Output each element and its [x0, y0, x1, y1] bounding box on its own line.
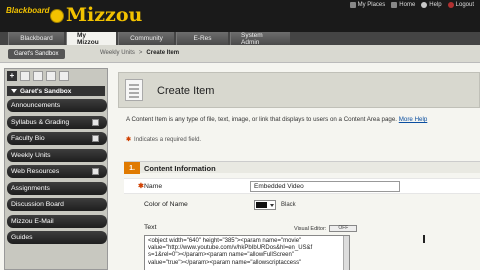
- breadcrumb-weekly-units[interactable]: Weekly Units: [100, 50, 135, 56]
- visual-editor-toggle-group: Visual Editor: OFF: [294, 225, 358, 232]
- sidebar-item-weekly-units[interactable]: Weekly Units: [7, 148, 107, 162]
- logo-prefix: Blackboard: [6, 6, 50, 15]
- university-seal-icon: [50, 9, 64, 23]
- course-menu-panel: + Garet's Sandbox Announcements Syllabus…: [4, 68, 108, 270]
- name-input[interactable]: Embedded Video: [250, 181, 400, 192]
- color-value: Black: [281, 202, 296, 208]
- tab-blackboard[interactable]: Blackboard: [8, 32, 64, 45]
- breadcrumb: Weekly Units > Create Item: [100, 50, 180, 56]
- editor-line: s=1&rel=0"></param><param name="allowFul…: [148, 252, 294, 259]
- text-editor[interactable]: <object width="640" height="385"><param …: [144, 235, 350, 270]
- section-title: Content Information: [144, 164, 216, 173]
- toolbar-button[interactable]: [33, 71, 43, 81]
- color-row: Color of Name Black: [124, 200, 480, 214]
- toolbar-button[interactable]: [20, 71, 30, 81]
- breadcrumb-current: Create Item: [146, 50, 180, 56]
- page-icon: [125, 79, 143, 101]
- sidebar-item-web-resources[interactable]: Web Resources: [7, 165, 107, 178]
- checkbox[interactable]: [92, 168, 99, 175]
- checkbox[interactable]: [92, 118, 99, 126]
- more-help-link[interactable]: More Help: [399, 116, 428, 123]
- collapse-icon: [11, 89, 17, 93]
- toolbar-button[interactable]: [46, 71, 56, 81]
- sidebar-item-announcements[interactable]: Announcements: [7, 99, 107, 112]
- top-banner: Blackboard Mizzou My Places Home Help Lo…: [0, 0, 480, 32]
- course-menu: Announcements Syllabus & Grading Faculty…: [7, 99, 107, 248]
- help-icon: [421, 2, 428, 8]
- places-icon: [349, 2, 356, 8]
- text-row: Text Visual Editor: OFF: [124, 223, 480, 235]
- course-title[interactable]: Garet's Sandbox: [7, 86, 105, 96]
- add-menu-item-button[interactable]: +: [7, 71, 17, 81]
- tab-system-admin[interactable]: System Admin: [230, 32, 290, 46]
- top-links: My Places Home Help Logout: [349, 2, 474, 8]
- main-tabs: Blackboard My Mizzou Community E-Res Sys…: [0, 32, 480, 46]
- checkbox[interactable]: [92, 135, 99, 142]
- sidebar-item-syllabus[interactable]: Syllabus & Grading: [7, 115, 107, 129]
- main-content: Create Item A Content Item is any type o…: [118, 68, 480, 270]
- logout-icon: [447, 2, 454, 8]
- sidebar-item-discussion-board[interactable]: Discussion Board: [7, 198, 107, 211]
- editor-line: value="http://www.youtube.com/v/hkPbIbUR…: [148, 245, 313, 252]
- text-cursor-icon: [423, 235, 425, 243]
- my-places-link[interactable]: My Places: [349, 2, 385, 8]
- toolbar-button[interactable]: [59, 71, 69, 81]
- section-header: 1. Content Information: [124, 161, 480, 174]
- tab-e-res[interactable]: E-Res: [176, 32, 228, 45]
- color-picker[interactable]: [254, 200, 276, 210]
- logo-name: Mizzou: [66, 4, 143, 26]
- name-row: ✱ Name Embedded Video: [124, 178, 480, 194]
- help-link[interactable]: Help: [421, 2, 442, 8]
- home-icon: [391, 2, 398, 8]
- sidebar-item-guides[interactable]: Guides: [7, 231, 107, 244]
- sidebar-item-mizzou-email[interactable]: Mizzou E-Mail: [7, 214, 107, 228]
- required-note: ✱ Indicates a required field.: [126, 136, 202, 144]
- editor-scrollbar[interactable]: [343, 236, 349, 270]
- blackboard-mizzou-logo[interactable]: Blackboard Mizzou: [6, 4, 142, 30]
- text-label: Text: [144, 224, 157, 231]
- page-title: Create Item: [157, 85, 215, 97]
- page-header: Create Item: [118, 72, 480, 108]
- course-pill[interactable]: Garet's Sandbox: [8, 49, 65, 59]
- visual-editor-toggle[interactable]: OFF: [329, 225, 358, 232]
- menu-toolbar: +: [7, 71, 69, 83]
- section-number: 1.: [124, 162, 140, 174]
- color-label: Color of Name: [144, 201, 188, 208]
- page-description: A Content Item is any type of file, text…: [126, 116, 428, 123]
- tab-community[interactable]: Community: [118, 32, 174, 45]
- editor-line: value="true"></param><param name="allows…: [148, 259, 302, 266]
- breadcrumb-bar: Garet's Sandbox Weekly Units > Create It…: [0, 45, 480, 63]
- name-label: Name: [144, 183, 163, 190]
- logout-link[interactable]: Logout: [447, 2, 474, 8]
- required-icon: ✱: [138, 183, 144, 190]
- required-icon: ✱: [126, 137, 132, 143]
- sidebar-item-assignments[interactable]: Assignments: [7, 181, 107, 195]
- tab-my-mizzou[interactable]: My Mizzou: [66, 32, 116, 46]
- sidebar-item-faculty-bio[interactable]: Faculty Bio: [7, 132, 107, 145]
- visual-editor-label: Visual Editor:: [294, 225, 327, 232]
- home-link[interactable]: Home: [391, 2, 415, 8]
- editor-line: <object width="640" height="385"><param …: [148, 238, 302, 244]
